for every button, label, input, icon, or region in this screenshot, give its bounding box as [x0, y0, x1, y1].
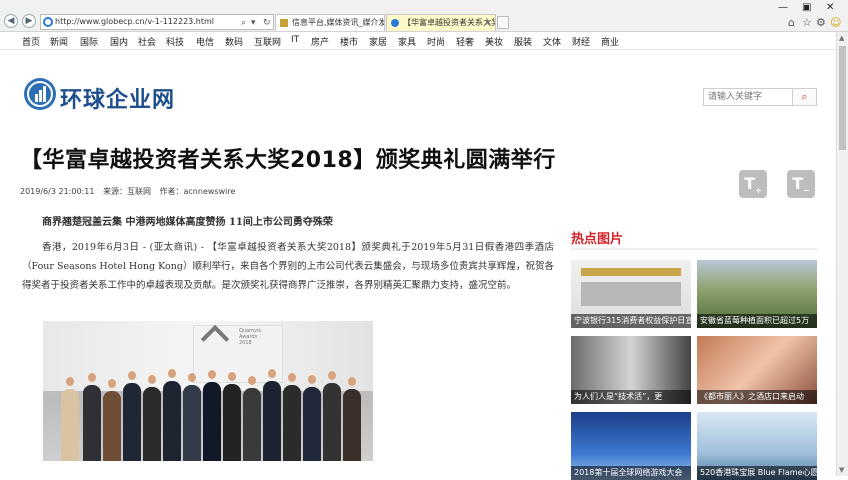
nav-item[interactable]: 科技 [166, 35, 184, 48]
article-title: 【华富卓越投资者关系大奖2018】颁奖典礼圆满举行 [20, 148, 556, 173]
nav-item[interactable]: 楼市 [340, 35, 358, 48]
address-bar[interactable]: http://www.globecp.cn/v-1-112223.html ⌕ … [40, 14, 274, 30]
hot-photo-1[interactable]: 宁波银行315消费者权益保护日宣传活动 [571, 260, 691, 328]
nav-item[interactable]: 数码 [225, 35, 243, 48]
scroll-up-icon[interactable]: ▲ [839, 34, 844, 42]
photo-caption: 宁波银行315消费者权益保护日宣传活动 [571, 314, 691, 328]
page-icon [280, 19, 288, 27]
photo-caption: 安徽省蓝莓种植面积已超过5万 [697, 314, 817, 328]
scroll-thumb[interactable] [839, 46, 846, 150]
nav-item[interactable]: 新闻 [50, 35, 68, 48]
hot-photo-6[interactable]: 520香港珠宝展 Blue Flame心愿 [697, 412, 817, 480]
nav-item[interactable]: 商业 [601, 35, 619, 48]
tab-label: 【华富卓越投资者关系大奖... [403, 18, 495, 27]
nav-item[interactable]: 电信 [196, 35, 214, 48]
text-larger-button[interactable]: T+ [739, 170, 767, 198]
site-nav: 首页 新闻 国际 国内 社会 科技 电信 数码 互联网 IT 房产 楼市 家居 … [0, 32, 836, 50]
nav-item[interactable]: 文体 [543, 35, 561, 48]
photo-caption: 《都市丽人》之酒店口来启动 [697, 390, 817, 404]
nav-item[interactable]: 房产 [311, 35, 329, 48]
nav-item[interactable]: 社会 [138, 35, 156, 48]
nav-item[interactable]: 家具 [398, 35, 416, 48]
backdrop-text: Quamvis Awards 2018 [239, 328, 261, 346]
settings-gear-icon[interactable]: ⚙ [816, 16, 826, 29]
search-icon[interactable]: ⌕ [792, 89, 816, 105]
back-button[interactable]: ◀ [4, 14, 18, 28]
site-search: ⌕ [703, 88, 817, 106]
smiley-feedback-icon[interactable]: ☺ [830, 16, 841, 29]
search-input[interactable] [704, 89, 792, 105]
vertical-scrollbar[interactable]: ▲ ▼ [836, 32, 848, 476]
nav-item[interactable]: 服装 [514, 35, 532, 48]
nav-item[interactable]: 家居 [369, 35, 387, 48]
photo-caption: 为人们人是“技术活”，更 [571, 390, 691, 404]
search-icon[interactable]: ⌕ [241, 16, 246, 30]
new-tab-button[interactable] [497, 16, 509, 29]
hot-photo-5[interactable]: 2018第十届全球网络游戏大会 [571, 412, 691, 480]
text-smaller-button[interactable]: T− [787, 170, 815, 198]
tab-label: 信息平台,媒体资讯_媒介发布... [292, 18, 384, 27]
close-window-icon[interactable]: ✕ [826, 2, 834, 13]
nav-item[interactable]: 美妆 [485, 35, 503, 48]
nav-item[interactable]: 时尚 [427, 35, 445, 48]
hot-photo-2[interactable]: 安徽省蓝莓种植面积已超过5万 [697, 260, 817, 328]
sidebar-divider [571, 248, 817, 250]
nav-item[interactable]: 财经 [572, 35, 590, 48]
article-meta: 2019/6/3 21:00:11 来源：互联网 作者：acnnewswire [20, 186, 241, 197]
tab-1[interactable]: 信息平台,媒体资讯_媒介发布... [275, 14, 385, 31]
nav-item[interactable]: 轻奢 [456, 35, 474, 48]
url-text: http://www.globecp.cn/v-1-112223.html [55, 17, 215, 26]
nav-item[interactable]: 互联网 [254, 35, 281, 48]
scroll-down-icon[interactable]: ▼ [839, 466, 844, 474]
refresh-icon[interactable]: ↻ [263, 16, 271, 30]
maximize-icon[interactable]: ▣ [802, 2, 811, 13]
favorites-icon[interactable]: ☆ [802, 16, 812, 29]
close-tab-icon[interactable]: × [484, 15, 492, 31]
nav-item[interactable]: IT [291, 35, 299, 45]
browser-toolbar: ◀ ▶ http://www.globecp.cn/v-1-112223.htm… [0, 0, 848, 32]
ie-icon [391, 19, 399, 27]
minimize-icon[interactable]: — [778, 2, 788, 13]
dropdown-icon[interactable]: ▾ [251, 16, 256, 30]
site-logo-icon[interactable] [24, 78, 56, 110]
hot-photo-4[interactable]: 《都市丽人》之酒店口来启动 [697, 336, 817, 404]
hot-photo-3[interactable]: 为人们人是“技术活”，更 [571, 336, 691, 404]
photo-caption: 520香港珠宝展 Blue Flame心愿 [697, 466, 817, 480]
site-logo-text[interactable]: 环球企业网 [60, 82, 175, 114]
nav-item[interactable]: 首页 [22, 35, 40, 48]
article-source: 来源：互联网 [102, 187, 151, 196]
article-author: 作者：acnnewswire [159, 187, 236, 196]
article-subhead: 商界翘楚冠盖云集 中港两地媒体高度赞扬 11间上市公司勇夺殊荣 [42, 217, 333, 228]
nav-item[interactable]: 国内 [110, 35, 128, 48]
forward-button[interactable]: ▶ [22, 14, 36, 28]
tab-2-active[interactable]: 【华富卓越投资者关系大奖... × [386, 14, 496, 31]
ie-icon [43, 17, 53, 27]
photo-caption: 2018第十届全球网络游戏大会 [571, 466, 691, 480]
article-date: 2019/6/3 21:00:11 [20, 187, 95, 196]
article-body: 香港，2019年6月3日 - (亚太商讯) - 【华富卓越投资者关系大奖2018… [22, 242, 554, 291]
home-icon[interactable]: ⌂ [788, 16, 795, 29]
nav-item[interactable]: 国际 [80, 35, 98, 48]
sidebar-title: 热点图片 [571, 232, 624, 247]
article-photo: Quamvis Awards 2018 [43, 321, 373, 461]
